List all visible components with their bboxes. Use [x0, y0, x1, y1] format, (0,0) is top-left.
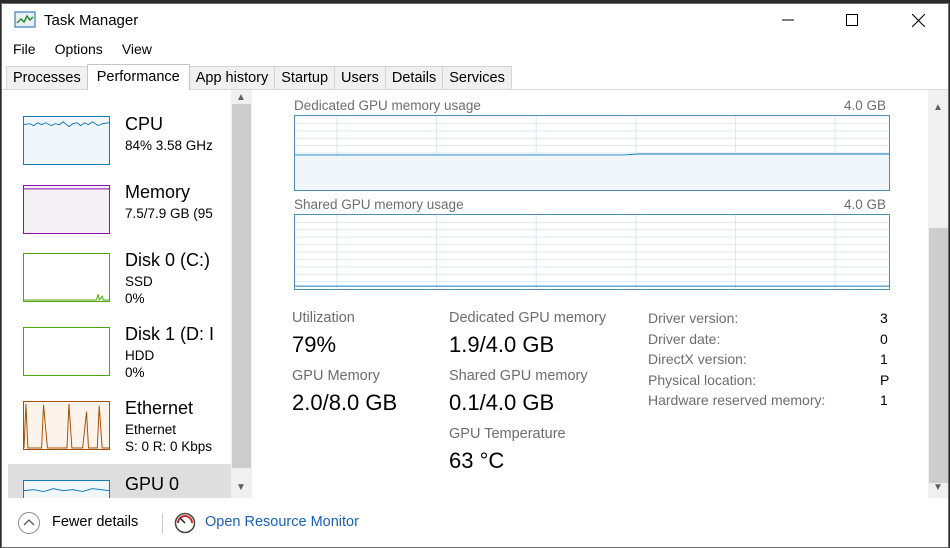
- sidebar-ethernet-name: Ethernet: [125, 398, 194, 418]
- open-resource-monitor-link[interactable]: Open Resource Monitor: [205, 514, 359, 530]
- tab-users[interactable]: Users: [334, 66, 386, 90]
- sidebar-disk0-name: Disk 0 (C:): [125, 250, 210, 270]
- disk0-thumbnail-graph: [23, 253, 110, 302]
- sidebar-item-memory[interactable]: Memory 7.5/7.9 GB (95: [8, 166, 232, 240]
- directx-version-value: 1: [880, 351, 888, 367]
- sidebar-disk1-type: HDD: [125, 348, 155, 363]
- sidebar-scroll-thumb[interactable]: [232, 104, 251, 468]
- reserved-memory-label: Hardware reserved memory:: [648, 392, 826, 408]
- driver-date-value: 0: [880, 331, 888, 347]
- tab-details[interactable]: Details: [384, 66, 444, 90]
- dedicated-memory-value: 1.9/4.0 GB: [449, 332, 555, 357]
- resource-monitor-icon: [174, 512, 196, 534]
- tab-strip: Processes Performance App history Startu…: [6, 64, 512, 90]
- fewer-details-button[interactable]: Fewer details: [52, 514, 138, 530]
- tab-services[interactable]: Services: [442, 66, 512, 90]
- gpu-memory-label: GPU Memory: [292, 368, 380, 384]
- resource-sidebar: CPU 84% 3.58 GHz Memory 7.5/7.9 GB (95 D…: [2, 90, 254, 498]
- sidebar-gpu0-name: GPU 0: [125, 474, 180, 494]
- sidebar-memory-usage: 7.5/7.9 GB (95: [125, 206, 213, 221]
- task-manager-window: Task Manager File Options View Processes…: [1, 3, 949, 548]
- utilization-value: 79%: [292, 332, 337, 357]
- main-scrollbar[interactable]: ▲ ▼: [928, 90, 948, 498]
- main-scroll-up-icon[interactable]: ▲: [933, 102, 943, 113]
- main-scroll-down-icon[interactable]: ▼: [933, 482, 943, 493]
- tab-startup[interactable]: Startup: [274, 66, 336, 90]
- sidebar-ethernet-throughput: S: 0 R: 0 Kbps: [125, 439, 213, 454]
- shared-graph-max: 4.0 GB: [844, 197, 887, 212]
- sidebar-disk0-type: SSD: [125, 274, 153, 289]
- ethernet-thumbnail-graph: [23, 401, 110, 450]
- gpu-detail-panel: Dedicated GPU memory usage 4.0 GB Shared…: [258, 90, 928, 498]
- sidebar-scroll-up-icon[interactable]: ▲: [236, 92, 246, 103]
- gpu-temperature-value: 63 °C: [449, 448, 505, 473]
- sidebar-item-gpu0[interactable]: GPU 0: [8, 464, 232, 498]
- sidebar-item-disk1[interactable]: Disk 1 (D: I HDD 0%: [8, 310, 232, 384]
- sidebar-disk0-usage: 0%: [125, 291, 145, 306]
- sidebar-cpu-name: CPU: [125, 114, 164, 134]
- sidebar-scroll-down-icon[interactable]: ▼: [236, 482, 246, 493]
- gpu-temperature-label: GPU Temperature: [449, 426, 566, 442]
- task-manager-icon: [14, 11, 36, 28]
- minimize-button[interactable]: [758, 4, 818, 36]
- menu-bar: File Options View: [2, 38, 160, 60]
- sidebar-item-ethernet[interactable]: Ethernet Ethernet S: 0 R: 0 Kbps: [8, 384, 232, 458]
- maximize-icon: [846, 14, 858, 26]
- tab-performance[interactable]: Performance: [86, 64, 190, 90]
- chevron-up-icon[interactable]: [18, 512, 40, 534]
- memory-thumbnail-graph: [23, 185, 110, 234]
- dedicated-memory-graph: [294, 115, 890, 191]
- shared-graph-label: Shared GPU memory usage: [294, 197, 464, 212]
- footer-bar: Fewer details Open Resource Monitor: [2, 504, 948, 544]
- tab-processes[interactable]: Processes: [6, 66, 88, 90]
- close-button[interactable]: [888, 4, 948, 36]
- utilization-label: Utilization: [292, 310, 355, 326]
- sidebar-disk1-name: Disk 1 (D: I: [125, 324, 215, 344]
- menu-file[interactable]: File: [2, 38, 44, 60]
- physical-location-value: P: [880, 372, 890, 388]
- driver-date-label: Driver date:: [648, 331, 721, 347]
- footer-separator: [162, 513, 163, 533]
- sidebar-item-cpu[interactable]: CPU 84% 3.58 GHz: [8, 92, 232, 166]
- disk1-thumbnail-graph: [23, 327, 110, 376]
- driver-version-value: 3: [880, 310, 888, 326]
- sidebar-item-disk0[interactable]: Disk 0 (C:) SSD 0%: [8, 236, 232, 310]
- main-scroll-thumb[interactable]: [929, 228, 948, 483]
- shared-memory-value: 0.1/4.0 GB: [449, 390, 555, 415]
- shared-memory-label: Shared GPU memory: [449, 368, 588, 384]
- gpu-memory-value: 2.0/8.0 GB: [292, 390, 398, 415]
- menu-view[interactable]: View: [111, 38, 160, 60]
- dedicated-graph-max: 4.0 GB: [844, 98, 887, 113]
- dedicated-graph-label: Dedicated GPU memory usage: [294, 98, 481, 113]
- maximize-button[interactable]: [822, 4, 882, 36]
- dedicated-memory-label: Dedicated GPU memory: [449, 310, 607, 326]
- driver-version-label: Driver version:: [648, 310, 739, 326]
- sidebar-cpu-usage: 84% 3.58 GHz: [125, 138, 213, 153]
- sidebar-scrollbar[interactable]: ▲ ▼: [231, 90, 252, 498]
- menu-options[interactable]: Options: [44, 38, 111, 60]
- tab-app-history[interactable]: App history: [188, 66, 276, 90]
- cpu-thumbnail-graph: [23, 116, 110, 165]
- physical-location-label: Physical location:: [648, 372, 757, 388]
- shared-memory-graph: [294, 214, 890, 290]
- sidebar-disk1-usage: 0%: [125, 365, 145, 380]
- close-icon: [911, 13, 925, 27]
- sidebar-ethernet-adapter: Ethernet: [125, 422, 177, 437]
- reserved-memory-value: 1: [880, 392, 888, 408]
- minimize-icon: [782, 19, 794, 21]
- gpu0-thumbnail-graph: [23, 480, 110, 498]
- title-bar[interactable]: Task Manager: [2, 4, 948, 36]
- sidebar-memory-name: Memory: [125, 182, 191, 202]
- directx-version-label: DirectX version:: [648, 351, 747, 367]
- window-title: Task Manager: [44, 12, 139, 29]
